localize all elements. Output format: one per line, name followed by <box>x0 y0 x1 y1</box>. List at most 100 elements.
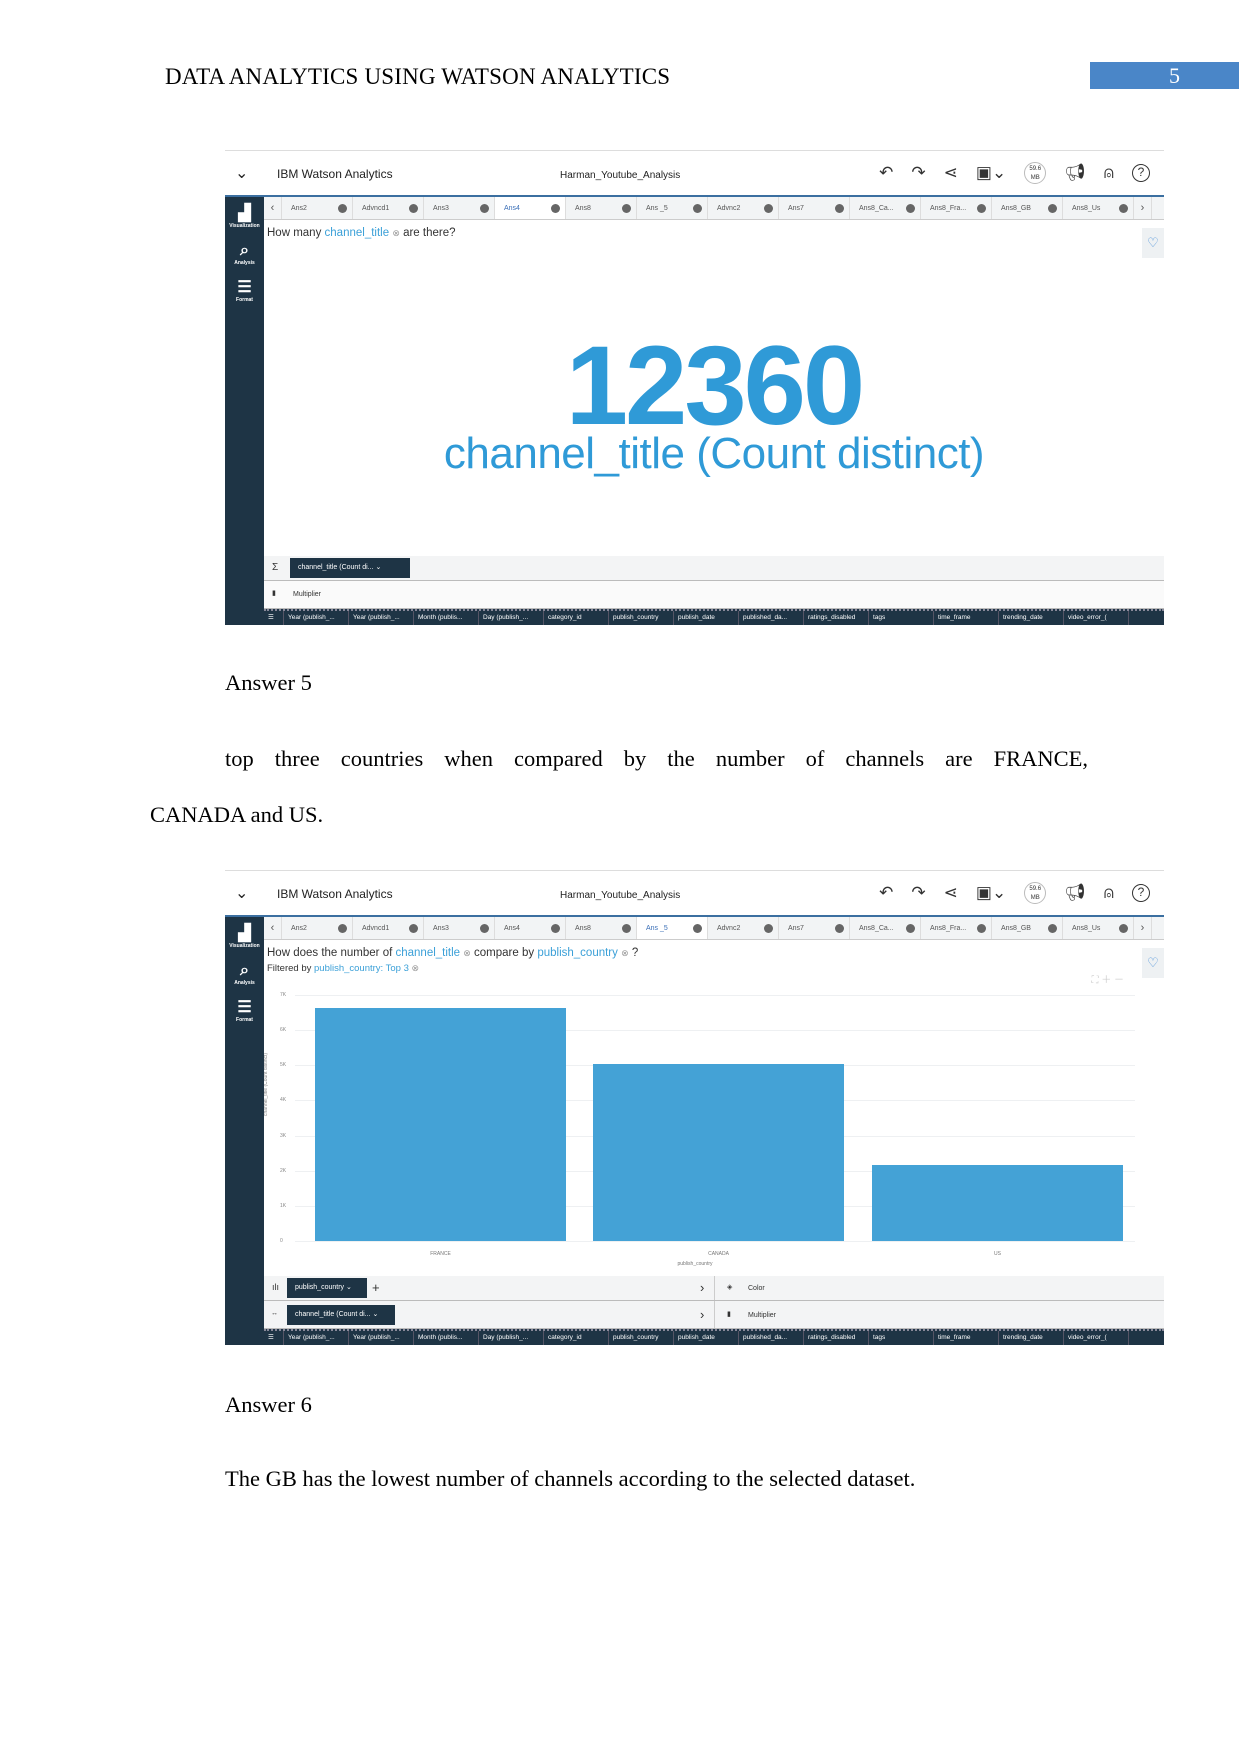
field-bar-icon[interactable]: ☰ <box>264 1331 284 1345</box>
remove-icon[interactable]: ⊗ <box>392 228 400 238</box>
share-icon[interactable]: ⋖ <box>944 163 958 183</box>
multiplier-label[interactable]: Multiplier <box>293 591 321 598</box>
tab-8[interactable]: Ans8_Ca... <box>850 197 921 219</box>
tab-close-icon[interactable] <box>551 203 560 213</box>
multiplier-label[interactable]: Multiplier <box>748 1312 776 1319</box>
tab-2[interactable]: Ans3 <box>424 197 495 219</box>
tab-close-icon[interactable] <box>551 923 560 933</box>
display-mode-icon[interactable]: ▣⌄ <box>976 163 1006 183</box>
tab-1[interactable]: Advncd1 <box>353 917 424 939</box>
sidebar-item-visualization[interactable]: ▟ Visualization <box>225 925 264 949</box>
field-4[interactable]: category_id <box>544 1331 609 1345</box>
display-mode-icon[interactable]: ▣⌄ <box>976 883 1006 903</box>
tab-close-icon[interactable] <box>906 203 915 213</box>
field-8[interactable]: ratings_disabled <box>804 611 869 625</box>
add-icon[interactable]: + <box>372 1280 380 1295</box>
field-10[interactable]: time_frame <box>934 1331 999 1345</box>
tab-7[interactable]: Ans7 <box>779 917 850 939</box>
field-1[interactable]: Year (publish_... <box>349 1331 414 1345</box>
field-token[interactable]: channel_title <box>325 227 390 239</box>
filter-token[interactable]: publish_country: Top 3 <box>314 963 409 974</box>
tab-4[interactable]: Ans8 <box>566 197 637 219</box>
tab-close-icon[interactable] <box>977 923 986 933</box>
swap-icon[interactable]: ↔ <box>271 1310 278 1317</box>
tab-close-icon[interactable] <box>409 923 418 933</box>
measure-pill[interactable]: channel_title (Count di... ⌄ <box>290 558 410 578</box>
tab-5[interactable]: Ans _5 <box>637 197 708 219</box>
sidebar-item-analysis[interactable]: ⌕ Analysis <box>225 962 264 986</box>
field-1[interactable]: Year (publish_... <box>349 611 414 625</box>
tab-0[interactable]: Ans2 <box>282 197 353 219</box>
field-0[interactable]: Year (publish_... <box>284 1331 349 1345</box>
field-token[interactable]: publish_country <box>537 947 618 959</box>
tab-9[interactable]: Ans8_Fra... <box>921 917 992 939</box>
field-3[interactable]: Day (publish_... <box>479 1331 544 1345</box>
help-icon[interactable]: ? <box>1132 164 1150 182</box>
color-slot[interactable]: Color <box>748 1285 765 1292</box>
field-2[interactable]: Month (publis... <box>414 1331 479 1345</box>
tabs-prev-icon[interactable]: ‹ <box>264 917 282 939</box>
tab-3[interactable]: Ans4 <box>495 917 566 939</box>
field-9[interactable]: tags <box>869 1331 934 1345</box>
tab-10[interactable]: Ans8_GB <box>992 917 1063 939</box>
field-4[interactable]: category_id <box>544 611 609 625</box>
field-12[interactable]: video_error_( <box>1064 1331 1129 1345</box>
redo-icon[interactable]: ↷ <box>911 163 925 183</box>
bar-france[interactable] <box>315 1008 566 1241</box>
tab-close-icon[interactable] <box>480 203 489 213</box>
tab-close-icon[interactable] <box>764 923 773 933</box>
field-2[interactable]: Month (publis... <box>414 611 479 625</box>
bar-us[interactable] <box>872 1165 1123 1241</box>
tab-9[interactable]: Ans8_Fra... <box>921 197 992 219</box>
sidebar-item-format[interactable]: ☰ Format <box>225 999 264 1023</box>
tab-close-icon[interactable] <box>338 203 347 213</box>
tab-close-icon[interactable] <box>764 203 773 213</box>
field-10[interactable]: time_frame <box>934 611 999 625</box>
field-0[interactable]: Year (publish_... <box>284 611 349 625</box>
field-5[interactable]: publish_country <box>609 611 674 625</box>
redo-icon[interactable]: ↷ <box>911 883 925 903</box>
tab-close-icon[interactable] <box>1048 203 1057 213</box>
tab-close-icon[interactable] <box>622 203 631 213</box>
tab-close-icon[interactable] <box>693 923 702 933</box>
tab-close-icon[interactable] <box>338 923 347 933</box>
tabs-next-icon[interactable]: › <box>1134 917 1152 939</box>
tabs-next-icon[interactable]: › <box>1134 197 1152 219</box>
field-11[interactable]: trending_date <box>999 1331 1064 1345</box>
field-bar-icon[interactable]: ☰ <box>264 611 284 625</box>
tab-close-icon[interactable] <box>622 923 631 933</box>
tab-6[interactable]: Advnc2 <box>708 197 779 219</box>
field-9[interactable]: tags <box>869 611 934 625</box>
sidebar-item-format[interactable]: ☰ Format <box>225 279 264 303</box>
field-7[interactable]: published_da... <box>739 1331 804 1345</box>
chevron-right-icon[interactable]: › <box>700 1307 704 1322</box>
insight-bulb-icon[interactable]: ♡ <box>1142 228 1164 258</box>
insight-bulb-icon[interactable]: ♡ <box>1142 948 1164 978</box>
collapse-chevron-icon[interactable]: ⌄ <box>235 883 248 903</box>
sidebar-item-visualization[interactable]: ▟ Visualization <box>225 205 264 229</box>
tab-8[interactable]: Ans8_Ca... <box>850 917 921 939</box>
tab-10[interactable]: Ans8_GB <box>992 197 1063 219</box>
announcement-icon[interactable]: 📢︎ <box>1064 883 1086 903</box>
tab-0[interactable]: Ans2 <box>282 917 353 939</box>
field-3[interactable]: Day (publish_... <box>479 611 544 625</box>
tab-1[interactable]: Advncd1 <box>353 197 424 219</box>
tab-close-icon[interactable] <box>835 923 844 933</box>
remove-icon[interactable]: ⊗ <box>621 948 629 958</box>
tab-3[interactable]: Ans4 <box>495 197 566 219</box>
tab-5[interactable]: Ans _5 <box>637 917 708 939</box>
remove-icon[interactable]: ⊗ <box>463 948 471 958</box>
zoom-controls[interactable]: ⛶ ＋ － <box>1091 971 1124 986</box>
announcement-icon[interactable]: 📢︎ <box>1064 163 1086 183</box>
chevron-right-icon[interactable]: › <box>700 1280 704 1295</box>
tab-close-icon[interactable] <box>906 923 915 933</box>
tabs-prev-icon[interactable]: ‹ <box>264 197 282 219</box>
field-7[interactable]: published_da... <box>739 611 804 625</box>
field-6[interactable]: publish_date <box>674 611 739 625</box>
tab-6[interactable]: Advnc2 <box>708 917 779 939</box>
tab-close-icon[interactable] <box>1119 203 1128 213</box>
tab-close-icon[interactable] <box>1048 923 1057 933</box>
field-token[interactable]: channel_title <box>396 947 461 959</box>
tab-close-icon[interactable] <box>835 203 844 213</box>
tab-close-icon[interactable] <box>409 203 418 213</box>
